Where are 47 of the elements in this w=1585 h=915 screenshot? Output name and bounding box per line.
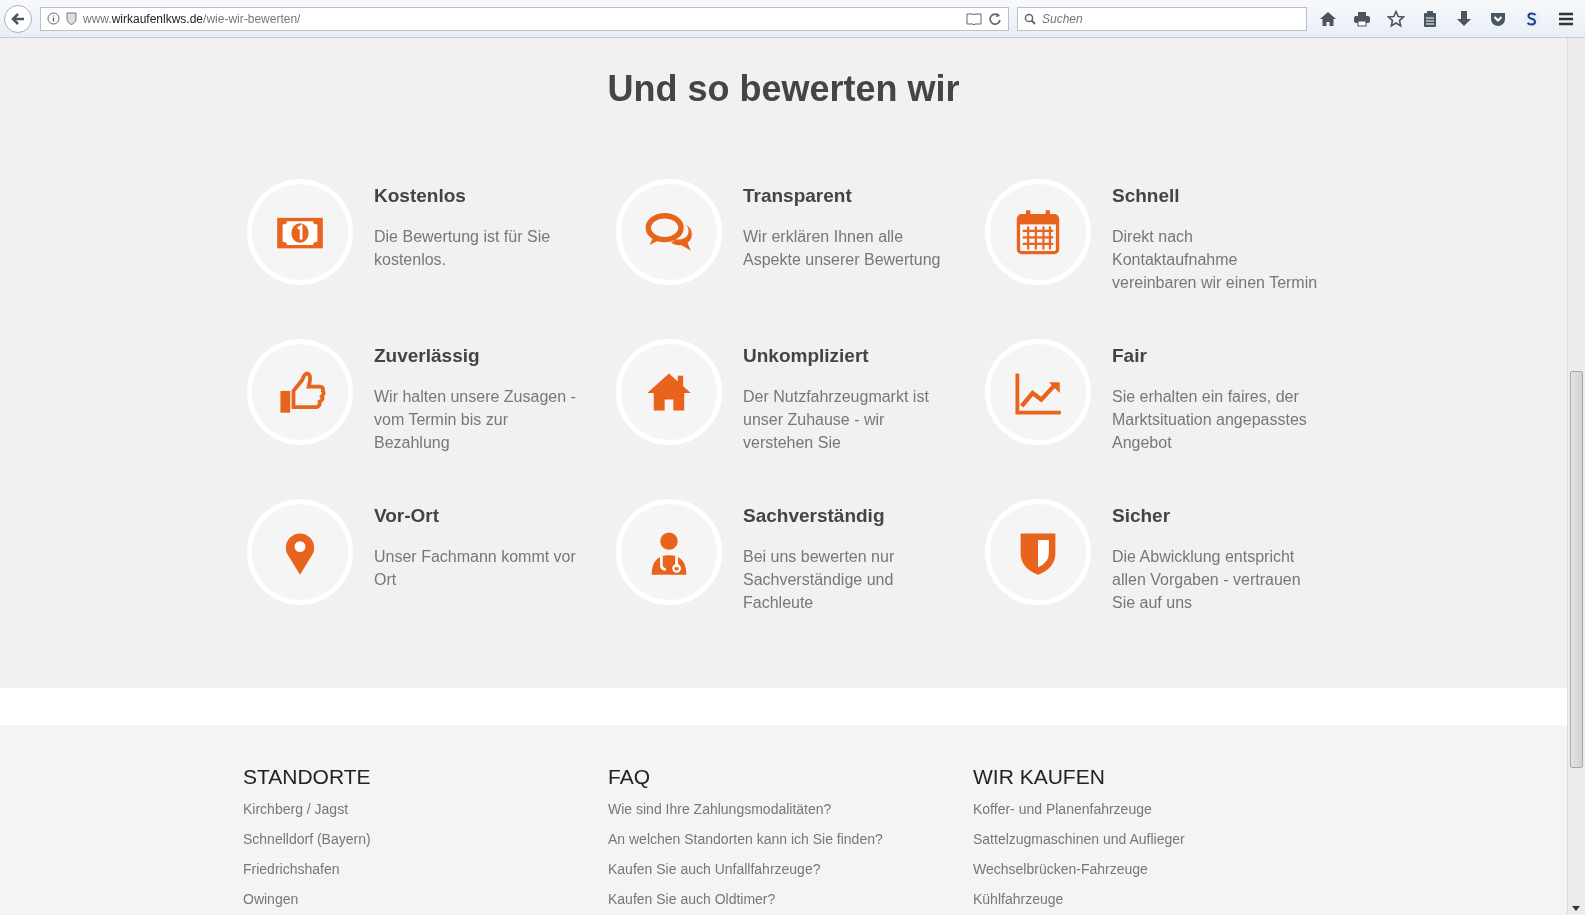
footer-link[interactable]: Owingen (243, 889, 608, 914)
url-text: www.wirkaufenlkws.de/wie-wir-bewerten/ (83, 11, 302, 26)
address-bar[interactable]: www.wirkaufenlkws.de/wie-wir-bewerten/ (40, 6, 1009, 31)
back-button[interactable] (4, 4, 32, 33)
feature-description: Die Bewertung ist für Sie kostenlos. (374, 227, 552, 270)
footer-link[interactable]: Wechselbrücken-Fahrzeuge (973, 859, 1338, 889)
scrollbar-thumb[interactable] (1570, 371, 1583, 768)
footer-link[interactable]: Koffer- und Planenfahrzeuge (973, 799, 1338, 829)
scrollbar[interactable] (1567, 38, 1585, 914)
feature-title: Kostenlos (374, 185, 467, 207)
feature-title: Vor-Ort (374, 505, 441, 527)
reload-icon[interactable] (988, 11, 1002, 26)
feature-description: Der Nutzfahrzeugmarkt ist unser Zuhause - wir verstehen Sie (743, 387, 930, 453)
footer-heading: STANDORTE (243, 765, 372, 789)
feature-title: Fair (1112, 345, 1148, 367)
section-heading: Und so bewerten wir (606, 67, 961, 111)
footer-link[interactable]: Friedrichshafen (243, 859, 608, 889)
footer-link[interactable]: Kühlfahrzeuge (973, 889, 1338, 914)
footer-heading: WIR KAUFEN (973, 765, 1106, 789)
shield-icon[interactable] (66, 12, 77, 25)
footer-link[interactable]: Kaufen Sie auch Oldtimer? (608, 889, 973, 914)
footer-link[interactable]: Kirchberg / Jagst (243, 799, 608, 829)
feature-description: Bei uns bewerten nur Sachverständige und Fachleute (743, 547, 896, 613)
feature-description: Wir halten unsere Zusagen - vom Termin bis zur Bezahlung (374, 387, 577, 453)
footer-link[interactable]: An welchen Standorten kann ich Sie finden? (608, 829, 973, 859)
feature-title: Transparent (743, 185, 853, 207)
back-arrow-icon (10, 10, 26, 27)
feature-description: Wir erklären Ihnen alle Aspekte unserer Bewertung (743, 227, 942, 270)
feature-description: Sie erhalten ein faires, der Marktsituation angepasstes Angebot (1112, 387, 1308, 453)
footer-link[interactable]: Kaufen Sie auch Unfallfahrzeuge? (608, 859, 973, 889)
search-icon (1024, 12, 1036, 25)
info-icon[interactable] (47, 12, 60, 25)
feature-title: Sachverständig (743, 505, 886, 527)
footer-heading: FAQ (608, 765, 651, 789)
scroll-down-arrow-icon[interactable] (1572, 906, 1580, 911)
feature-title: Schnell (1112, 185, 1181, 207)
footer-link[interactable]: Schnelldorf (Bayern) (243, 829, 608, 859)
reader-view-icon[interactable] (966, 12, 982, 25)
feature-description: Die Abwicklung entspricht allen Vorgaben - vertrauen Sie auf uns (1112, 547, 1302, 613)
feature-title: Zuverlässig (374, 345, 481, 367)
footer-link[interactable]: Sattelzugmaschinen und Auflieger (973, 829, 1338, 859)
footer-link[interactable]: Wie sind Ihre Zahlungsmodalitäten? (608, 799, 973, 829)
search-field[interactable]: Suchen (1017, 6, 1307, 31)
feature-description: Unser Fachmann kommt vor Ort (374, 547, 577, 590)
feature-title: Sicher (1112, 505, 1172, 527)
feature-description: Direkt nach Kontaktaufnahme vereinbaren wir einen Termin (1112, 227, 1319, 293)
feature-title: Unkompliziert (743, 345, 870, 367)
